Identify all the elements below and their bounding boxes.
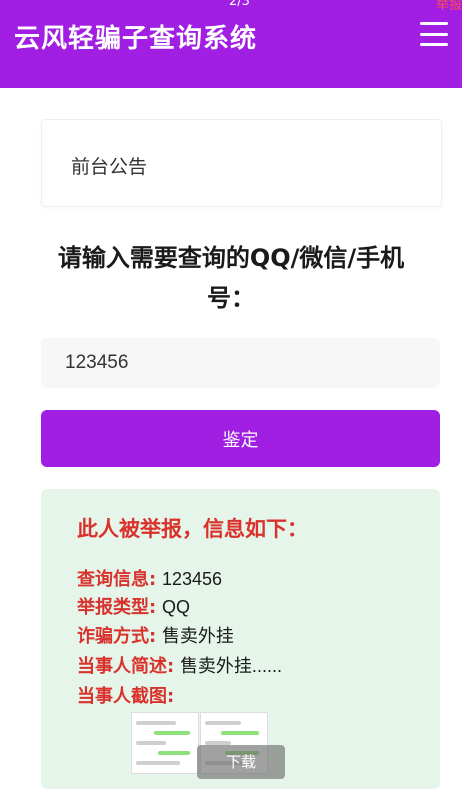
result-value: 售卖外挂......	[179, 656, 282, 676]
result-row-screenshot: 当事人截图:	[77, 682, 174, 708]
result-label: 当事人简述:	[77, 656, 175, 677]
result-value: 售卖外挂	[161, 626, 234, 646]
query-prompt-line-2: 号：	[207, 284, 255, 312]
result-row-query-info: 查询信息: 123456	[77, 565, 222, 591]
app-title: 云风轻骗子查询系统	[14, 24, 258, 54]
result-label: 举报类型:	[77, 597, 157, 618]
top-bar: 2/3 举报 云风轻骗子查询系统	[0, 0, 462, 88]
report-link[interactable]: 举报	[436, 0, 462, 13]
query-prompt: 请输入需要查询的QQ/微信/手机 号：	[30, 238, 432, 318]
result-row-summary: 当事人简述: 售卖外挂......	[77, 652, 282, 678]
result-card: 此人被举报，信息如下： 查询信息: 123456 举报类型: QQ 诈骗方式: …	[41, 489, 440, 789]
screenshot-thumbnail[interactable]	[131, 712, 199, 774]
result-row-fraud-method: 诈骗方式: 售卖外挂	[77, 622, 234, 648]
result-value: QQ	[161, 597, 190, 617]
page-indicator: 2/3	[229, 0, 250, 9]
announcement-panel: 前台公告	[41, 119, 442, 207]
result-heading: 此人被举报，信息如下：	[77, 517, 308, 541]
announcement-title: 前台公告	[71, 156, 148, 178]
hamburger-menu-icon[interactable]	[420, 22, 448, 46]
result-label: 诈骗方式:	[77, 626, 157, 647]
result-label: 当事人截图:	[77, 686, 175, 707]
result-value: 123456	[161, 569, 223, 589]
result-row-report-type: 举报类型: QQ	[77, 593, 190, 619]
identify-button[interactable]: 鉴定	[41, 410, 440, 467]
download-button[interactable]: 下载	[197, 745, 285, 779]
result-label: 查询信息:	[77, 569, 157, 590]
query-prompt-line-1: 请输入需要查询的QQ/微信/手机	[57, 244, 405, 272]
search-input[interactable]	[41, 338, 440, 388]
